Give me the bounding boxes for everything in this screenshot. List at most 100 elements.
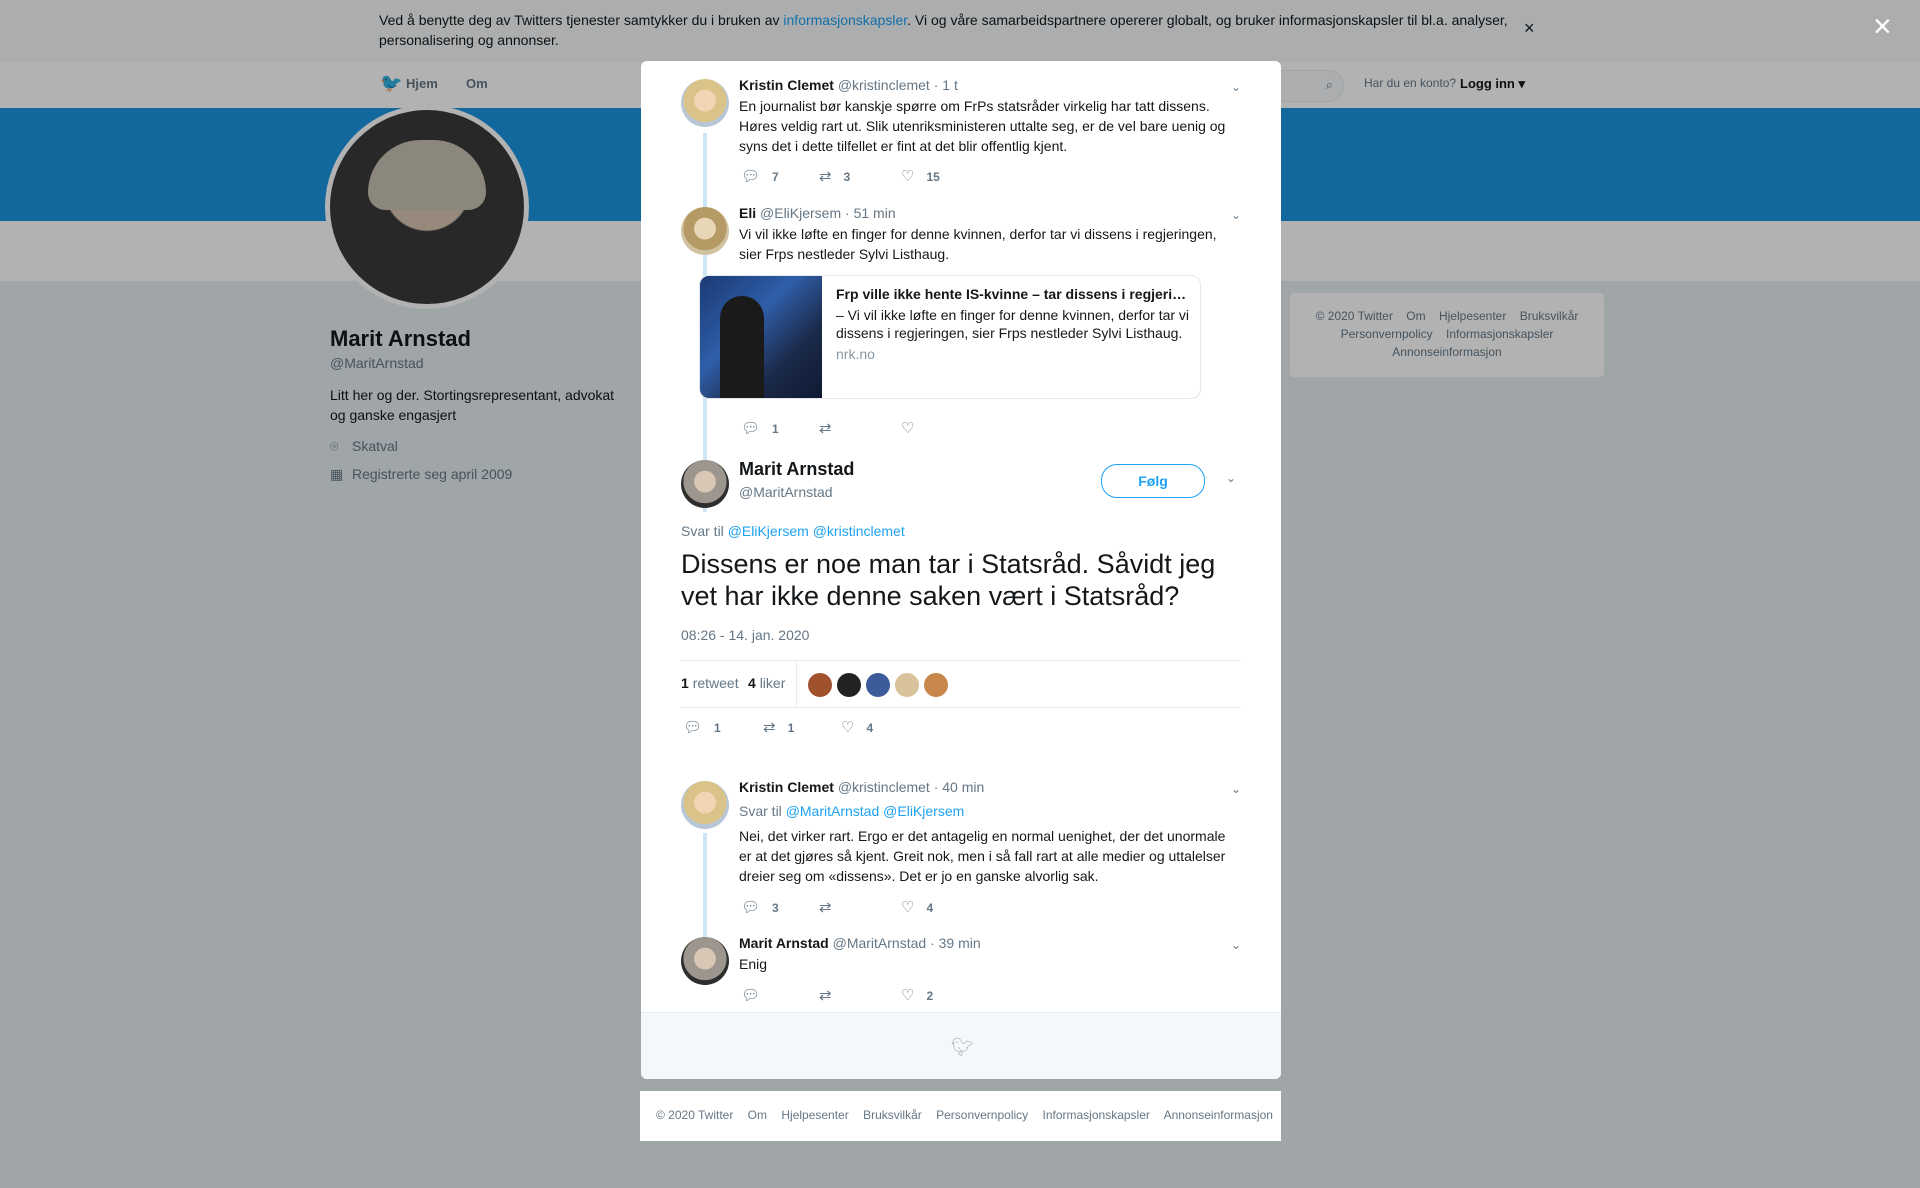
reply-button[interactable]: 💬︎ 1	[741, 419, 779, 437]
footer-link[interactable]: Informasjonskapsler	[1043, 1108, 1150, 1122]
tweet-stats: 1 retweet 4 liker	[681, 660, 1241, 708]
liker-avatar[interactable]	[837, 673, 861, 697]
retweet-icon: ⇄	[819, 420, 832, 437]
main-tweet-timestamp[interactable]: 08:26 - 14. jan. 2020	[681, 627, 809, 643]
like-count: 4	[866, 721, 874, 735]
footer-link[interactable]: Hjelpesenter	[781, 1108, 848, 1122]
reply-count: 1	[772, 422, 779, 436]
reply-to: Svar til @MaritArnstad @EliKjersem	[739, 802, 1239, 820]
avatar[interactable]	[681, 937, 729, 985]
tweet-author-handle[interactable]: @EliKjersem	[760, 205, 841, 221]
like-button[interactable]: ♡ 4	[841, 718, 873, 736]
tweet-author-name[interactable]: Marit Arnstad	[739, 935, 829, 951]
tweet-author-name[interactable]: Kristin Clemet	[739, 77, 834, 93]
tweet-time[interactable]: · 51 min	[845, 205, 896, 221]
like-count: 2	[926, 989, 934, 1003]
liker-avatar[interactable]	[924, 673, 948, 697]
like-button[interactable]: ♡ 4	[901, 898, 933, 916]
retweet-count: 3	[843, 170, 851, 184]
reply-to-mention[interactable]: @MaritArnstad	[786, 803, 880, 819]
tweet-header: Kristin Clemet @kristinclemet · 1 t	[739, 76, 1239, 94]
retweet-stat-count: 1	[681, 675, 689, 691]
reply-to-mention[interactable]: @EliKjersem	[728, 523, 809, 539]
footer-link[interactable]: Annonseinformasjon	[1164, 1108, 1273, 1122]
like-count: 4	[926, 901, 934, 915]
reply-button[interactable]: 💬︎	[741, 986, 772, 1004]
retweet-button[interactable]: ⇄	[819, 986, 844, 1004]
chevron-down-icon[interactable]: ⌄	[1231, 782, 1241, 796]
liker-avatar[interactable]	[895, 673, 919, 697]
chevron-down-icon[interactable]: ⌄	[1231, 208, 1241, 222]
tweet-time[interactable]: · 1 t	[934, 77, 958, 93]
tweet-time[interactable]: · 39 min	[930, 935, 981, 951]
chevron-down-icon[interactable]: ⌄	[1226, 471, 1236, 485]
footer-link[interactable]: © 2020 Twitter	[656, 1108, 733, 1122]
retweet-button[interactable]: ⇄	[819, 419, 844, 437]
footer-link[interactable]: Personvernpolicy	[936, 1108, 1028, 1122]
like-count: 15	[926, 170, 940, 184]
footer-link[interactable]: Om	[748, 1108, 767, 1122]
retweet-stat[interactable]: 1 retweet	[681, 675, 739, 691]
tweet-modal: Kristin Clemet @kristinclemet · 1 t En j…	[641, 61, 1281, 1079]
reply-to-label: Svar til	[739, 803, 782, 819]
reply-icon: 💬︎	[741, 899, 761, 916]
like-button[interactable]: ♡ 15	[901, 167, 940, 185]
retweet-stat-label: retweet	[692, 675, 739, 691]
stats-divider	[796, 661, 797, 707]
modal-footer: 🐦︎	[641, 1012, 1281, 1079]
tweet-author-handle[interactable]: @kristinclemet	[838, 77, 930, 93]
follow-button[interactable]: Følg	[1101, 464, 1205, 498]
like-button[interactable]: ♡ 2	[901, 986, 933, 1004]
tweet-time[interactable]: · 40 min	[934, 779, 985, 795]
reply-to-mention[interactable]: @EliKjersem	[883, 803, 964, 819]
tweet-author-handle[interactable]: @MaritArnstad	[833, 935, 927, 951]
reply-button[interactable]: 💬︎ 1	[683, 718, 721, 736]
close-icon[interactable]: ×	[1873, 8, 1892, 45]
tweet-author-name[interactable]: Kristin Clemet	[739, 779, 834, 795]
retweet-button[interactable]: ⇄	[819, 898, 844, 916]
footer-link[interactable]: Bruksvilkår	[863, 1108, 922, 1122]
liker-avatar[interactable]	[866, 673, 890, 697]
avatar[interactable]	[681, 781, 729, 829]
retweet-icon: ⇄	[819, 168, 832, 185]
avatar[interactable]	[681, 79, 729, 127]
main-tweet-name[interactable]: Marit Arnstad	[739, 459, 854, 480]
footer-links: © 2020 Twitter Om Hjelpesenter Bruksvilk…	[656, 1108, 1284, 1122]
reply-to-mention[interactable]: @kristinclemet	[813, 523, 905, 539]
heart-icon: ♡	[901, 168, 915, 185]
retweet-button[interactable]: ⇄ 1	[763, 718, 794, 736]
retweet-icon: ⇄	[819, 899, 832, 916]
reply-icon: 💬︎	[741, 420, 761, 437]
reply-count: 3	[772, 901, 779, 915]
tweet-header: Kristin Clemet @kristinclemet · 40 min	[739, 778, 1239, 796]
link-card-image	[700, 276, 822, 398]
avatar[interactable]	[681, 460, 729, 508]
liker-avatar[interactable]	[808, 673, 832, 697]
like-button[interactable]: ♡	[901, 419, 926, 437]
chevron-down-icon[interactable]: ⌄	[1231, 938, 1241, 952]
reply-to: Svar til @EliKjersem @kristinclemet	[681, 523, 905, 539]
tweet-text: Vi vil ikke løfte en finger for denne kv…	[739, 226, 1217, 262]
avatar[interactable]	[681, 207, 729, 255]
link-card-description: – Vi vil ikke løfte en finger for denne …	[836, 307, 1190, 341]
link-card-body: Frp ville ikke hente IS-kvinne – tar dis…	[836, 286, 1192, 362]
reply-to-label: Svar til	[681, 523, 724, 539]
reply-count: 7	[772, 170, 779, 184]
tweet-author-name[interactable]: Eli	[739, 205, 756, 221]
tweet-author-handle[interactable]: @kristinclemet	[838, 779, 930, 795]
heart-icon: ♡	[901, 420, 915, 437]
chevron-down-icon[interactable]: ⌄	[1231, 80, 1241, 94]
main-tweet-author[interactable]: Marit Arnstad @MaritArnstad	[739, 459, 854, 500]
tweet-reply-marit-arnstad[interactable]: Marit Arnstad @MaritArnstad · 39 min Eni…	[681, 934, 1241, 994]
retweet-button[interactable]: ⇄ 3	[819, 167, 850, 185]
main-tweet-handle[interactable]: @MaritArnstad	[739, 484, 854, 500]
heart-icon: ♡	[901, 987, 915, 1004]
link-card[interactable]: Frp ville ikke hente IS-kvinne – tar dis…	[699, 275, 1201, 399]
like-stat[interactable]: 4 liker	[748, 675, 785, 691]
tweet-reply-kristin-clemet[interactable]: Kristin Clemet @kristinclemet · 40 min S…	[681, 778, 1241, 898]
retweet-count: 1	[787, 721, 795, 735]
link-card-title: Frp ville ikke hente IS-kvinne – tar dis…	[836, 286, 1192, 302]
reply-button[interactable]: 💬︎ 7	[741, 167, 779, 185]
reply-button[interactable]: 💬︎ 3	[741, 898, 779, 916]
retweet-icon: ⇄	[819, 987, 832, 1004]
